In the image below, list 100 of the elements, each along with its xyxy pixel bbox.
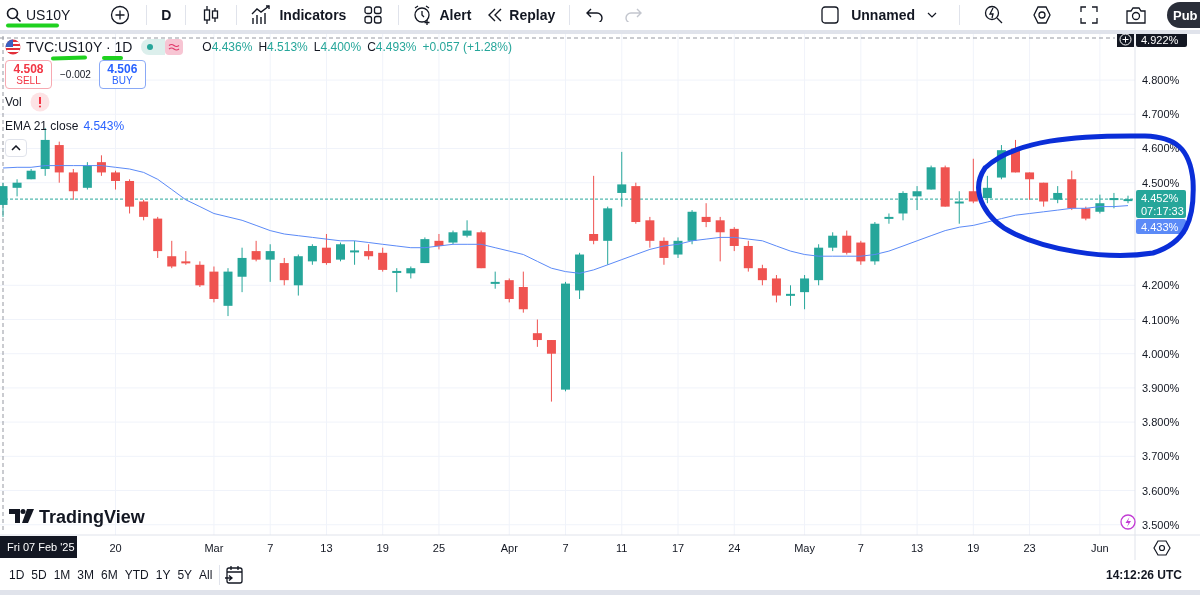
candle	[1109, 192, 1119, 209]
candle	[532, 319, 542, 348]
candle	[743, 240, 753, 273]
candle	[1123, 195, 1133, 204]
axis-label: 4.200%	[1142, 279, 1180, 292]
ohlc-value: C4.493%	[367, 40, 417, 54]
candle	[603, 206, 613, 266]
candle	[898, 190, 908, 221]
calendar-icon[interactable]	[224, 565, 245, 585]
candle	[884, 212, 894, 225]
candle	[1081, 206, 1091, 221]
warning-icon[interactable]	[29, 92, 50, 112]
publish-button[interactable]: Pub	[1167, 2, 1200, 28]
interval-button[interactable]: D	[156, 4, 177, 26]
ohlc-value: L4.400%	[313, 40, 362, 54]
candle	[940, 165, 950, 208]
candle	[490, 271, 500, 290]
settings-icon[interactable]	[1032, 5, 1052, 25]
range-button[interactable]: 6M	[98, 566, 121, 584]
undo-icon[interactable]	[586, 8, 605, 22]
candle	[954, 190, 964, 225]
candle	[546, 339, 556, 403]
candle	[153, 216, 163, 259]
candle	[617, 151, 627, 208]
indicators-button[interactable]: Indicators	[246, 2, 352, 28]
symbol-title[interactable]: TVC:US10Y · 1D	[26, 39, 133, 55]
candle	[26, 168, 36, 180]
range-button[interactable]: YTD	[121, 566, 152, 584]
range-button[interactable]: All	[196, 566, 216, 584]
layout-button[interactable]: Unnamed	[816, 3, 942, 27]
candle	[111, 170, 120, 191]
candle	[1025, 171, 1035, 201]
add-symbol-icon[interactable]	[110, 5, 131, 25]
ema-price-label: 4.433%	[1136, 219, 1186, 235]
collapse-button[interactable]	[5, 139, 27, 157]
candle	[968, 158, 978, 204]
candle	[659, 236, 669, 266]
lightning-search-icon[interactable]	[984, 5, 1004, 25]
candle	[1095, 194, 1105, 214]
candle	[687, 209, 697, 245]
range-button[interactable]: 1Y	[152, 566, 174, 584]
search-icon	[6, 7, 22, 23]
flag-icon	[5, 39, 21, 55]
grid-icon[interactable]	[364, 6, 383, 24]
range-button[interactable]: 1D	[6, 566, 28, 584]
settings-icon[interactable]	[1153, 540, 1171, 556]
lightning-icon[interactable]	[1120, 514, 1136, 530]
axis-label: 20	[109, 542, 122, 554]
candle	[406, 266, 416, 279]
candlestick-icon[interactable]	[202, 5, 221, 25]
square-icon	[821, 6, 840, 24]
spread-value: −0.002	[60, 69, 91, 80]
candle	[786, 284, 795, 307]
axis-label: 7	[562, 542, 569, 554]
change-value: +0.057 (+1.28%)	[422, 40, 512, 54]
range-button[interactable]: 5Y	[174, 566, 196, 584]
candle	[729, 226, 739, 252]
tradingview-logo-icon	[9, 509, 34, 523]
logo-text: TradingView	[39, 507, 145, 527]
camera-icon[interactable]	[1126, 6, 1146, 24]
candle	[139, 199, 149, 221]
alert-button[interactable]: Alert	[408, 2, 477, 28]
candle	[996, 144, 1006, 180]
axis-label: 4.500%	[1142, 176, 1180, 189]
candle	[181, 250, 191, 266]
axis-label: 4.700%	[1142, 108, 1180, 121]
axis-label: 4.600%	[1142, 142, 1180, 155]
candle	[251, 240, 261, 262]
candle	[828, 231, 838, 252]
candle	[926, 165, 936, 191]
indicator-name[interactable]: Vol	[5, 95, 22, 109]
market-status-badge	[141, 39, 166, 55]
axis-label: Mar	[204, 542, 224, 554]
replay-button[interactable]: Replay	[482, 4, 561, 26]
axis-label: 3.800%	[1142, 416, 1180, 429]
fullscreen-icon[interactable]	[1080, 6, 1098, 24]
range-button[interactable]: 1M	[50, 566, 74, 584]
axis-label: 25	[432, 542, 446, 554]
add-plus-icon[interactable]	[1117, 34, 1134, 47]
symbol-search-button[interactable]: US10Y	[6, 4, 76, 26]
candle	[645, 216, 655, 249]
indicator-name[interactable]: EMA 21 close	[5, 119, 79, 133]
candle	[195, 260, 205, 288]
candle	[701, 202, 711, 228]
sell-button[interactable]: 4.508 SELL	[5, 60, 52, 89]
candle	[771, 274, 781, 303]
candle	[82, 161, 92, 191]
buy-button[interactable]: 4.506 BUY	[98, 60, 146, 89]
range-button[interactable]: 5D	[28, 566, 50, 584]
candle	[307, 243, 317, 266]
axis-label: 4.800%	[1142, 74, 1180, 87]
axis-label: 19	[376, 542, 389, 554]
candle	[293, 254, 303, 297]
last-price-label: 4.452% 07:17:33	[1136, 190, 1186, 219]
highlight-stroke	[6, 23, 59, 28]
axis-label: May	[794, 542, 815, 554]
candle	[715, 216, 725, 262]
axis-label: 19	[967, 542, 980, 554]
chevron-down-icon	[927, 12, 937, 18]
range-button[interactable]: 3M	[74, 566, 98, 584]
